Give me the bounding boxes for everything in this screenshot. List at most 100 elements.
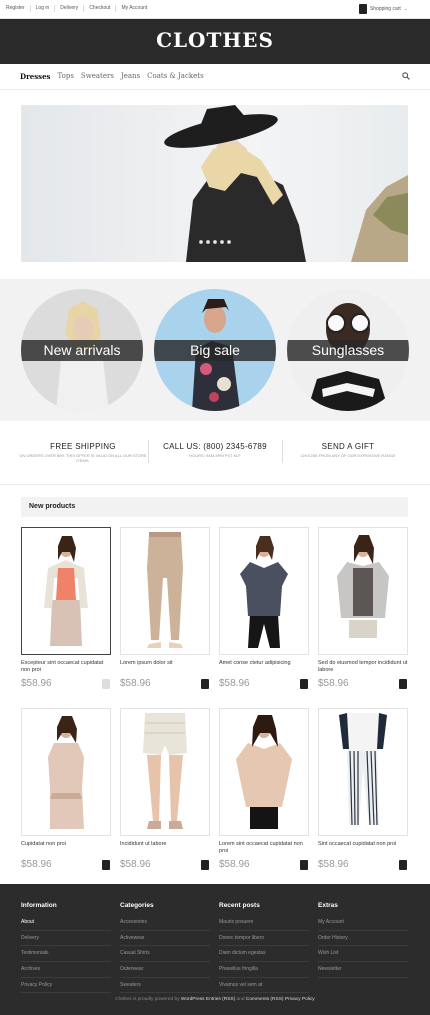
nav-item-sweaters[interactable]: Sweaters (81, 72, 114, 81)
product-card[interactable]: Sint occaecat cupidatat non proi $58.96 (318, 708, 408, 870)
add-to-cart-icon[interactable] (201, 679, 209, 689)
footer-column-extras: Extras My Account Order History Wish Lis… (318, 902, 408, 978)
product-card[interactable]: Amet conse ctetur adipisicing $58.96 (219, 527, 309, 689)
add-to-cart-icon[interactable] (300, 679, 308, 689)
product-image[interactable] (318, 708, 408, 836)
site-footer: Information About Delivery Testimonials … (0, 884, 430, 1015)
nav-item-tops[interactable]: Tops (58, 72, 74, 81)
my-account-link[interactable]: My Account (115, 5, 152, 12)
product-name[interactable]: Excepteur sint occaecat cupidatat non pr… (21, 660, 111, 675)
product-image[interactable] (21, 527, 111, 655)
comments-rss-link[interactable]: Comments (RSS) (246, 997, 284, 1002)
footer-link[interactable]: Phasellus fringilla (219, 962, 309, 978)
footer-link[interactable]: Delivery (21, 931, 111, 947)
footer-link[interactable]: Mauris posuere (219, 915, 309, 931)
product-card[interactable]: Excepteur sint occaecat cupidatat non pr… (21, 527, 111, 689)
add-to-cart-icon[interactable] (399, 679, 407, 689)
slider-dot[interactable] (227, 240, 231, 244)
site-header: CLOTHES (0, 19, 430, 64)
product-price: $58.96 (219, 678, 250, 689)
product-image[interactable] (120, 527, 210, 655)
promo-new-arrivals[interactable]: New arrivals (21, 289, 143, 411)
product-price: $58.96 (21, 678, 52, 689)
divider (148, 440, 149, 463)
product-name[interactable]: Amet conse ctetur adipisicing (219, 660, 309, 675)
register-link[interactable]: Register (5, 5, 30, 12)
product-name[interactable]: Lorem ipsum dolor sit (120, 660, 210, 675)
product-image[interactable] (219, 708, 309, 836)
search-icon[interactable] (402, 72, 410, 80)
product-price: $58.96 (219, 859, 250, 870)
product-card[interactable]: Lorem ipsum dolor sit $58.96 (120, 527, 210, 689)
slider-dot[interactable] (213, 240, 217, 244)
footer-heading: Recent posts (219, 902, 260, 909)
add-to-cart-icon[interactable] (399, 860, 407, 870)
copyright-text: Clothes is proudly powered by (115, 997, 180, 1002)
product-price: $58.96 (120, 678, 151, 689)
promo-section: New arrivals Big sale Sunglasses (0, 279, 430, 421)
new-products-title: New products (29, 503, 76, 510)
product-name[interactable]: Sed do eiusmod tempor incididunt ut labo… (318, 660, 408, 675)
footer-link[interactable]: Activewear (120, 931, 210, 947)
privacy-policy-link[interactable]: Privacy Policy (285, 997, 315, 1002)
add-to-cart-icon[interactable] (102, 860, 110, 870)
footer-link[interactable]: Outerwear (120, 962, 210, 978)
product-price: $58.96 (318, 859, 349, 870)
slider-dots (199, 240, 231, 244)
add-to-cart-icon[interactable] (102, 679, 110, 689)
footer-heading: Information (21, 902, 57, 909)
add-to-cart-icon[interactable] (201, 860, 209, 870)
login-link[interactable]: Log in (29, 5, 55, 12)
footer-link[interactable]: Wish List (318, 946, 408, 963)
product-image[interactable] (318, 527, 408, 655)
shopping-cart-button[interactable]: Shopping cart ⌄ (358, 4, 408, 14)
delivery-link[interactable]: Delivery (54, 5, 83, 12)
nav-item-jeans[interactable]: Jeans (121, 72, 140, 81)
nav-item-dresses[interactable]: Dresses (20, 72, 51, 81)
footer-column-categories: Categories Accessories Activewear Casual… (120, 902, 210, 994)
promo-sunglasses[interactable]: Sunglasses (287, 289, 409, 411)
checkout-link[interactable]: Checkout (83, 5, 115, 12)
add-to-cart-icon[interactable] (300, 860, 308, 870)
top-bar: Register Log in Delivery Checkout My Acc… (0, 0, 430, 19)
footer-link[interactable]: About (21, 915, 111, 931)
footer-link[interactable]: Archives (21, 962, 111, 978)
product-card[interactable]: Lorem sint occaecat cupidatat non proi $… (219, 708, 309, 870)
divider (0, 484, 430, 485)
slider-dot[interactable] (220, 240, 224, 244)
product-card[interactable]: Cupidatat non proi $58.96 (21, 708, 111, 870)
product-name[interactable]: Incididunt ut labore (120, 841, 210, 856)
promo-label: New arrivals (21, 340, 143, 361)
slider-dot[interactable] (206, 240, 210, 244)
footer-link[interactable]: Testimonials (21, 946, 111, 963)
copyright-and: and (236, 997, 245, 1002)
footer-link[interactable]: Sweaters (120, 978, 210, 994)
product-image[interactable] (21, 708, 111, 836)
product-name[interactable]: Cupidatat non proi (21, 841, 111, 856)
product-card[interactable]: Incididunt ut labore $58.96 (120, 708, 210, 870)
footer-link[interactable]: Casual Shirts (120, 946, 210, 963)
footer-link[interactable]: My Account (318, 915, 408, 931)
product-name[interactable]: Lorem sint occaecat cupidatat non proi (219, 841, 309, 856)
footer-link[interactable]: Vivamus vel sem at (219, 978, 309, 994)
slider-dot[interactable] (199, 240, 203, 244)
footer-link[interactable]: Donec tempor libero (219, 931, 309, 947)
feature-subtitle: ON ORDERS OVER $99. THIS OFFER IS VALID … (19, 453, 147, 463)
footer-link[interactable]: Accessories (120, 915, 210, 931)
nav-item-coats-jackets[interactable]: Coats & Jackets (147, 72, 204, 81)
footer-link[interactable]: Order History (318, 931, 408, 947)
product-image[interactable] (219, 527, 309, 655)
promo-big-sale[interactable]: Big sale (154, 289, 276, 411)
feature-subtitle: CHOOSE FROM ANY OF OUR EXPENSIVE RANGE (300, 453, 396, 458)
product-image[interactable] (120, 708, 210, 836)
site-logo[interactable]: CLOTHES (0, 28, 430, 52)
hero-slider[interactable] (21, 105, 408, 262)
product-name[interactable]: Sint occaecat cupidatat non proi (318, 841, 408, 856)
footer-link[interactable]: Diam dictum egestas (219, 946, 309, 963)
entries-rss-link[interactable]: WordPress Entries (RSS) (181, 997, 235, 1002)
product-card[interactable]: Sed do eiusmod tempor incididunt ut labo… (318, 527, 408, 689)
footer-link[interactable]: Privacy Policy (21, 978, 111, 994)
feature-call-us: CALL US: (800) 2345-6789 HOURS: 9AM-5PM … (150, 442, 280, 458)
footer-column-information: Information About Delivery Testimonials … (21, 902, 111, 994)
footer-link[interactable]: Newsletter (318, 962, 408, 978)
